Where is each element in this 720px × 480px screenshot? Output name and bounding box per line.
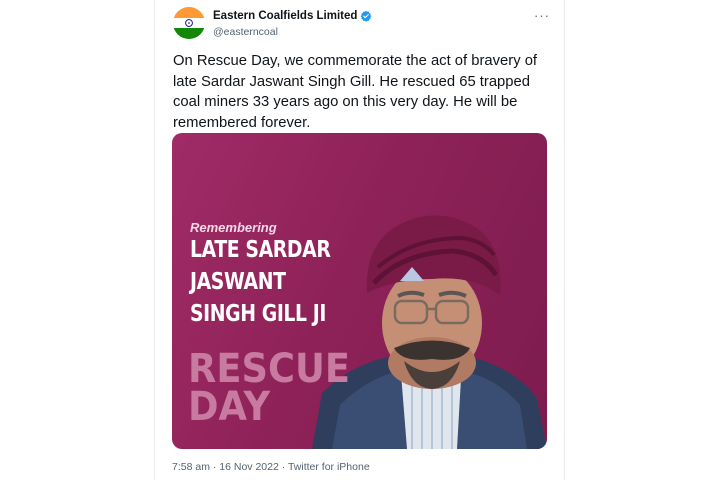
tweet-text: On Rescue Day, we commemorate the act of… (173, 53, 538, 131)
india-flag-icon (173, 7, 205, 39)
honoree-name-line-2: JASWANT (190, 269, 286, 295)
author-handle[interactable]: @easterncoal (213, 26, 278, 38)
profile-avatar[interactable] (173, 7, 205, 39)
portrait-image (312, 215, 547, 449)
remembering-label: Remembering (190, 220, 277, 235)
tweet-media-image[interactable]: Remembering LATE SARDAR JASWANT SINGH GI… (172, 133, 547, 449)
honoree-name-line-3: SINGH GILL JI (190, 301, 327, 327)
more-options-button[interactable]: ··· (532, 9, 552, 23)
author-name-text: Eastern Coalfields Limited (213, 10, 358, 22)
rescue-day-line-1: RESCUE (188, 346, 351, 392)
tweet-timestamp[interactable]: 7:58 am · 16 Nov 2022 · Twitter for iPho… (172, 461, 370, 473)
verified-badge-icon (361, 10, 372, 22)
rescue-day-line-2: DAY (188, 384, 271, 430)
author-name[interactable]: Eastern Coalfields Limited (213, 10, 372, 22)
honoree-name-line-1: LATE SARDAR (190, 237, 331, 263)
